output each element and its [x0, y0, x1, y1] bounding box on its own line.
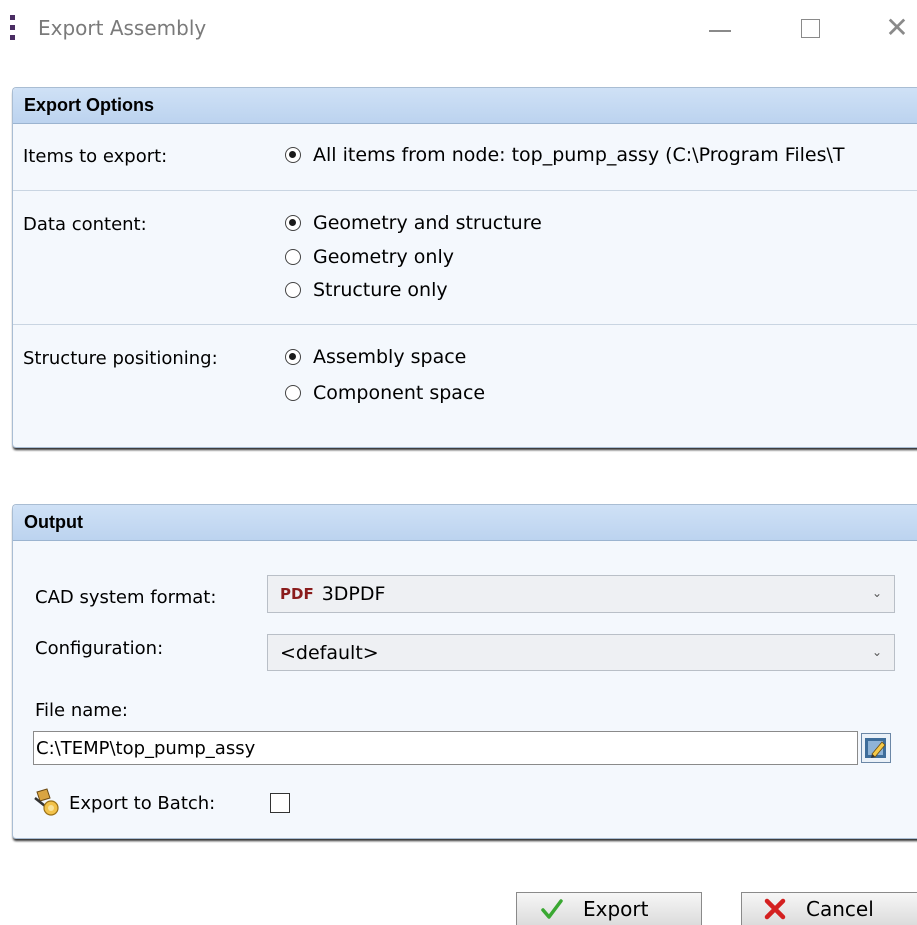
data-content-label: Data content:	[23, 214, 147, 235]
export-options-header: Export Options	[13, 88, 917, 124]
radio-button[interactable]	[285, 349, 301, 365]
folder-edit-icon	[865, 738, 886, 758]
radio-structure-only[interactable]: Structure only	[285, 279, 448, 301]
close-icon: ✕	[885, 11, 909, 44]
radio-button[interactable]	[285, 282, 301, 298]
cancel-button-label: Cancel	[806, 897, 874, 921]
cancel-button[interactable]: Cancel	[741, 892, 917, 925]
maximize-button[interactable]	[790, 10, 830, 46]
structure-positioning-section: Structure positioning: Assembly space Co…	[13, 325, 917, 448]
minimize-icon	[709, 30, 731, 32]
output-header: Output	[13, 505, 917, 541]
radio-geometry-and-structure[interactable]: Geometry and structure	[285, 212, 542, 234]
configuration-select[interactable]: <default> ⌄	[267, 634, 895, 671]
export-button[interactable]: Export	[516, 892, 702, 925]
minimize-button[interactable]	[700, 10, 740, 46]
radio-structure-only-label: Structure only	[313, 279, 448, 301]
file-name-input[interactable]	[33, 731, 858, 765]
title-bar: Export Assembly ✕	[0, 0, 917, 56]
window-title: Export Assembly	[38, 16, 207, 40]
app-icon	[10, 15, 15, 41]
configuration-label: Configuration:	[35, 638, 164, 659]
chevron-down-icon: ⌄	[871, 645, 882, 659]
radio-all-items[interactable]: All items from node: top_pump_assy (C:\P…	[285, 144, 845, 166]
radio-button[interactable]	[285, 385, 301, 401]
output-panel: Output CAD system format: PDF 3DPDF ⌄ Co…	[12, 504, 917, 839]
export-button-label: Export	[583, 897, 649, 921]
radio-button[interactable]	[285, 249, 301, 265]
pdf-icon: PDF	[280, 585, 314, 603]
radio-geometry-only-label: Geometry only	[313, 246, 454, 268]
radio-component-space[interactable]: Component space	[285, 382, 485, 404]
radio-geometry-and-structure-label: Geometry and structure	[313, 212, 542, 234]
radio-all-items-label: All items from node: top_pump_assy (C:\P…	[313, 144, 845, 166]
items-to-export-label: Items to export:	[23, 146, 168, 167]
batch-icon	[34, 788, 59, 816]
configuration-value: <default>	[280, 641, 379, 664]
radio-assembly-space[interactable]: Assembly space	[285, 346, 466, 368]
close-button[interactable]: ✕	[877, 10, 917, 46]
cad-format-label: CAD system format:	[35, 587, 217, 608]
browse-button[interactable]	[861, 733, 891, 763]
radio-geometry-only[interactable]: Geometry only	[285, 246, 454, 268]
data-content-section: Data content: Geometry and structure Geo…	[13, 191, 917, 325]
items-to-export-section: Items to export: All items from node: to…	[13, 124, 917, 191]
radio-component-space-label: Component space	[313, 382, 486, 404]
export-options-panel: Export Options Items to export: All item…	[12, 87, 917, 448]
radio-assembly-space-label: Assembly space	[313, 346, 467, 368]
maximize-icon	[800, 18, 820, 38]
radio-button[interactable]	[285, 215, 301, 231]
cad-format-value: 3DPDF	[321, 583, 386, 605]
cad-format-select[interactable]: PDF 3DPDF ⌄	[267, 575, 895, 613]
export-to-batch-label: Export to Batch:	[69, 793, 216, 814]
structure-positioning-label: Structure positioning:	[23, 348, 218, 369]
check-icon	[541, 899, 563, 919]
chevron-down-icon: ⌄	[871, 586, 882, 600]
cancel-x-icon	[764, 898, 786, 920]
radio-button[interactable]	[285, 147, 301, 163]
export-to-batch-checkbox[interactable]	[270, 793, 290, 813]
file-name-label: File name:	[35, 700, 128, 721]
